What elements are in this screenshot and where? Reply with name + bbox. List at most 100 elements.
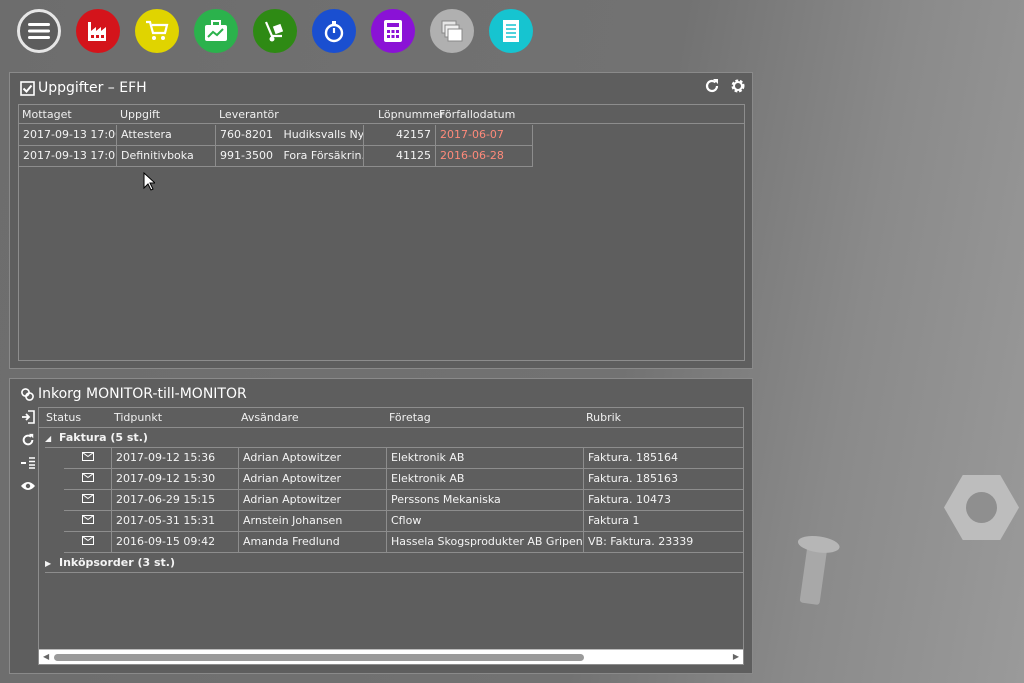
time-button[interactable] (312, 9, 356, 53)
tasks-grid: Mottaget Uppgift Leverantör Löpnummer Fö… (18, 104, 745, 361)
envelope-icon (81, 494, 94, 503)
group-label: Faktura (5 st.) (59, 431, 148, 444)
inbox-panel-title: Inkorg MONITOR-till-MONITOR (38, 386, 247, 402)
subject-cell: VB: Faktura. 23339 (584, 532, 744, 553)
documents-icon (441, 20, 463, 42)
preview-button[interactable] (20, 478, 36, 494)
tasks-grid-header: Mottaget Uppgift Leverantör Löpnummer Fö… (19, 105, 744, 124)
finance-button[interactable] (371, 9, 415, 53)
task-cell: Definitivboka (117, 146, 216, 167)
background-pin (789, 533, 841, 609)
inbox-side-toolbar (20, 409, 36, 494)
menu-button[interactable] (17, 9, 61, 53)
reports-button[interactable] (489, 9, 533, 53)
column-header-sender[interactable]: Avsändare (241, 411, 299, 424)
open-message-button[interactable] (20, 409, 36, 425)
documents-button[interactable] (430, 9, 474, 53)
envelope-icon (81, 473, 94, 482)
hand-truck-icon (264, 21, 284, 42)
time-cell: 2017-09-12 15:36 (112, 448, 239, 469)
column-header-time[interactable]: Tidpunkt (114, 411, 162, 424)
group-row-invoice[interactable]: ◢ Faktura (5 st.) (45, 428, 744, 448)
refresh-icon (22, 433, 34, 446)
company-cell: Cflow (387, 511, 584, 532)
expand-triangle-icon: ▶ (45, 559, 52, 568)
supplier-name: Fora Försäkrin... (283, 149, 364, 162)
time-cell: 2016-09-15 09:42 (112, 532, 239, 553)
received-cell: 2017-09-13 17:01 (19, 146, 117, 167)
refresh-icon[interactable] (704, 78, 720, 94)
due-date-cell: 2017-06-07 (436, 125, 533, 146)
collapse-groups-button[interactable] (20, 455, 36, 471)
gear-icon[interactable] (730, 78, 746, 94)
factory-icon (88, 22, 106, 41)
inbox-panel: Inkorg MONITOR-till-MONITOR Status Tidpu… (9, 378, 753, 674)
production-button[interactable] (76, 9, 120, 53)
logistics-button[interactable] (253, 9, 297, 53)
group-row-purchase-order[interactable]: ▶ Inköpsorder (3 st.) (45, 553, 744, 573)
supplier-name: Hudiksvalls Ny... (283, 128, 363, 141)
column-header-subject[interactable]: Rubrik (586, 411, 621, 424)
checkbox-icon (20, 80, 35, 96)
supplier-number: 991-3500 (220, 149, 273, 162)
status-cell (64, 448, 112, 469)
task-cell: Attestera (117, 125, 216, 146)
tasks-panel: Uppgifter – EFH Mottaget Uppgift Leveran… (9, 72, 753, 369)
inbox-panel-header: Inkorg MONITOR-till-MONITOR (20, 384, 247, 404)
received-cell: 2017-09-13 17:00 (19, 125, 117, 146)
status-cell (64, 469, 112, 490)
group-label: Inköpsorder (3 st.) (59, 556, 176, 569)
time-cell: 2017-05-31 15:31 (112, 511, 239, 532)
refresh-inbox-button[interactable] (20, 432, 36, 448)
time-cell: 2017-09-12 15:30 (112, 469, 239, 490)
horizontal-scrollbar[interactable]: ◀ ▶ (39, 649, 743, 664)
sign-in-icon (22, 410, 35, 424)
sender-cell: Adrian Aptowitzer (239, 490, 387, 511)
column-header-due-date[interactable]: Förfallodatum (439, 108, 515, 121)
column-header-status[interactable]: Status (46, 411, 81, 424)
menu-icon (28, 23, 50, 39)
company-cell: Perssons Mekaniska (387, 490, 584, 511)
column-header-company[interactable]: Företag (389, 411, 431, 424)
tasks-panel-title: Uppgifter – EFH (38, 80, 147, 96)
column-header-received[interactable]: Mottaget (22, 108, 72, 121)
scroll-left-icon[interactable]: ◀ (43, 652, 49, 661)
sender-cell: Amanda Fredlund (239, 532, 387, 553)
subject-cell: Faktura 1 (584, 511, 744, 532)
due-date-cell: 2016-06-28 (436, 146, 533, 167)
envelope-icon (81, 515, 94, 524)
mouse-cursor-icon (143, 172, 155, 191)
inbox-grid: Status Tidpunkt Avsändare Företag Rubrik… (38, 407, 744, 665)
scroll-right-icon[interactable]: ▶ (733, 652, 739, 661)
sender-cell: Adrian Aptowitzer (239, 469, 387, 490)
calculator-icon (384, 20, 402, 42)
serial-cell: 41125 (364, 146, 436, 167)
supplier-number: 760-8201 (220, 128, 273, 141)
scrollbar-thumb[interactable] (54, 654, 584, 661)
status-cell (64, 490, 112, 511)
subject-cell: Faktura. 185163 (584, 469, 744, 490)
inbox-grid-header: Status Tidpunkt Avsändare Företag Rubrik (39, 408, 743, 428)
serial-cell: 42157 (364, 125, 436, 146)
purchasing-button[interactable] (135, 9, 179, 53)
company-cell: Elektronik AB (387, 448, 584, 469)
envelope-icon (81, 536, 94, 545)
status-cell (64, 532, 112, 553)
background-nut (944, 475, 1019, 540)
column-header-supplier[interactable]: Leverantör (219, 108, 279, 121)
supplier-cell: 760-8201 Hudiksvalls Ny... (216, 125, 364, 146)
link-chain-icon (21, 387, 34, 401)
supplier-cell: 991-3500 Fora Försäkrin... (216, 146, 364, 167)
document-list-icon (503, 20, 519, 42)
collapse-triangle-icon: ◢ (45, 434, 52, 443)
envelope-icon (81, 452, 94, 461)
column-header-serial[interactable]: Löpnummer (378, 108, 444, 121)
briefcase-chart-icon (205, 20, 227, 41)
column-header-task[interactable]: Uppgift (120, 108, 160, 121)
sales-button[interactable] (194, 9, 238, 53)
tasks-panel-header: Uppgifter – EFH (20, 78, 147, 98)
company-cell: Elektronik AB (387, 469, 584, 490)
subject-cell: Faktura. 10473 (584, 490, 744, 511)
shopping-cart-icon (146, 20, 169, 40)
sender-cell: Adrian Aptowitzer (239, 448, 387, 469)
